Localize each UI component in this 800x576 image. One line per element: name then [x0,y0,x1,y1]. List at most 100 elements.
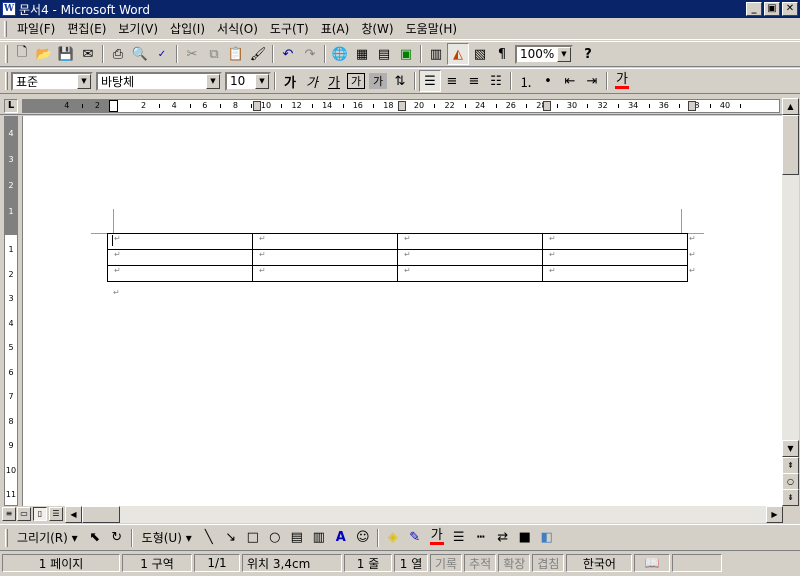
line-icon[interactable]: ╲ [198,527,220,549]
select-objects-icon[interactable]: ⬉ [84,527,106,549]
toolbar-grip[interactable] [5,45,8,63]
status-ovr[interactable]: 겹침 [532,554,565,572]
close-button[interactable]: ✕ [782,2,798,16]
menu-table[interactable]: 표(A) [315,18,356,39]
chevron-down-icon[interactable]: ▼ [206,73,220,89]
columns-icon[interactable]: ▥ [425,43,447,65]
web-toolbar-icon[interactable]: 🌐 [329,43,351,65]
table-cell[interactable]: ↵ [542,265,688,282]
scroll-down-icon[interactable]: ▼ [782,440,799,457]
spelling-status-icon[interactable]: 📖 [634,554,671,572]
font-color-button[interactable]: 가 [611,70,633,92]
indent-marker[interactable] [109,100,118,112]
menubar-grip[interactable] [4,20,7,37]
tab-selector[interactable]: L [4,99,18,113]
save-icon[interactable]: 💾 [55,43,77,65]
3d-icon[interactable]: ◧ [536,527,558,549]
free-rotate-icon[interactable]: ↻ [106,527,128,549]
redo-icon[interactable]: ↷ [299,43,321,65]
numbering-icon[interactable]: ⒈ [515,70,537,92]
status-ext[interactable]: 확장 [498,554,531,572]
email-icon[interactable]: ✉ [77,43,99,65]
bold-button[interactable]: 가 [279,70,301,92]
increase-indent-icon[interactable]: ⇥ [581,70,603,92]
previous-page-icon[interactable]: ⇞ [782,457,799,474]
web-layout-icon[interactable]: ▭ [17,507,31,521]
chevron-down-icon[interactable]: ▼ [557,46,571,62]
paste-icon[interactable]: 📋 [225,43,247,65]
arrow-style-icon[interactable]: ⇄ [492,527,514,549]
text-direction-icon[interactable]: ⇅ [389,70,411,92]
table-cell[interactable]: ↵ [252,233,398,250]
table-cell[interactable]: ↵ [397,249,543,266]
tables-borders-icon[interactable]: ▦ [351,43,373,65]
document-page[interactable]: ↵ ↵ ↵ ↵ ↵ ↵ ↵ ↵ ↵ ↵ ↵ ↵ ↵ ↵ ↵ ↵ [22,116,782,506]
minimize-button[interactable]: _ [746,2,762,16]
table-column-marker[interactable] [398,101,406,111]
autoshapes-menu-button[interactable]: 도형(U) ▾ [136,527,198,548]
table-cell[interactable]: ↵ [397,265,543,282]
show-hide-icon[interactable]: ¶ [491,43,513,65]
char-shading-button[interactable]: 가 [369,73,387,89]
italic-button[interactable]: 가 [301,70,323,92]
table-cell[interactable]: ↵ [542,233,688,250]
font-size-select[interactable]: 10 ▼ [225,71,271,91]
status-rec[interactable]: 기록 [430,554,463,572]
scroll-right-icon[interactable]: ▶ [766,506,783,523]
word-app-icon[interactable]: W [2,2,16,16]
new-document-icon[interactable]: 🗋 [11,43,33,65]
menu-help[interactable]: 도움말(H) [400,18,464,39]
outline-view-icon[interactable]: ☰ [49,507,63,521]
vertical-scrollbar[interactable]: ▲ ▼ ⇞ ○ ⇟ [782,98,799,506]
cut-icon[interactable]: ✂ [181,43,203,65]
browse-object-icon[interactable]: ○ [782,473,799,490]
insert-excel-icon[interactable]: ▣ [395,43,417,65]
vertical-ruler[interactable]: 4 3 2 1 1 2 3 4 5 6 7 8 9 10 11 [0,116,22,506]
wordart-icon[interactable]: A [330,527,352,549]
vertical-scroll-thumb[interactable] [782,115,799,175]
line-color-icon[interactable]: ✎ [404,527,426,549]
drawing-icon[interactable]: ◭ [447,43,469,65]
help-icon[interactable]: ? [577,43,599,65]
underline-button[interactable]: 가 [323,70,345,92]
print-icon[interactable]: ⎙ [107,43,129,65]
menu-file[interactable]: 파일(F) [11,18,61,39]
document-table[interactable]: ↵ ↵ ↵ ↵ ↵ ↵ ↵ ↵ ↵ ↵ ↵ ↵ [107,233,688,282]
align-center-icon[interactable]: ≡ [441,70,463,92]
print-layout-icon[interactable]: ▯ [33,507,47,521]
char-border-button[interactable]: 가 [347,73,365,89]
table-cell[interactable]: ↵ [107,249,253,266]
table-cell[interactable]: ↵ [542,249,688,266]
menu-tools[interactable]: 도구(T) [264,18,315,39]
table-cell[interactable]: ↵ [107,265,253,282]
shadow-icon[interactable]: ■ [514,527,536,549]
rectangle-icon[interactable]: □ [242,527,264,549]
horizontal-scroll-thumb[interactable] [82,506,120,523]
menu-insert[interactable]: 삽입(I) [164,18,211,39]
normal-view-icon[interactable]: ≡ [2,507,16,521]
draw-menu-button[interactable]: 그리기(R) ▾ [11,527,84,548]
clip-art-icon[interactable]: ☺ [352,527,374,549]
menu-view[interactable]: 보기(V) [112,18,164,39]
scroll-left-icon[interactable]: ◀ [65,506,82,523]
spelling-icon[interactable]: ✓ [151,43,173,65]
table-cell[interactable]: ↵ [252,265,398,282]
table-cell[interactable]: ↵ [252,249,398,266]
table-column-marker[interactable] [543,101,551,111]
open-folder-icon[interactable]: 📂 [33,43,55,65]
align-right-icon[interactable]: ≡ [463,70,485,92]
menu-format[interactable]: 서식(O) [211,18,264,39]
dash-style-icon[interactable]: ┅ [470,527,492,549]
menu-window[interactable]: 창(W) [355,18,399,39]
zoom-select[interactable]: 100% ▼ [515,44,573,64]
style-select[interactable]: 표준 ▼ [11,71,93,91]
arrow-icon[interactable]: ↘ [220,527,242,549]
next-page-icon[interactable]: ⇟ [782,489,799,506]
scroll-up-icon[interactable]: ▲ [782,98,799,115]
horizontal-scrollbar[interactable] [82,506,766,523]
format-painter-icon[interactable]: 🖌 [247,43,269,65]
menu-edit[interactable]: 편집(E) [61,18,112,39]
toolbar-grip[interactable] [5,72,8,90]
bullets-icon[interactable]: • [537,70,559,92]
line-style-icon[interactable]: ☰ [448,527,470,549]
